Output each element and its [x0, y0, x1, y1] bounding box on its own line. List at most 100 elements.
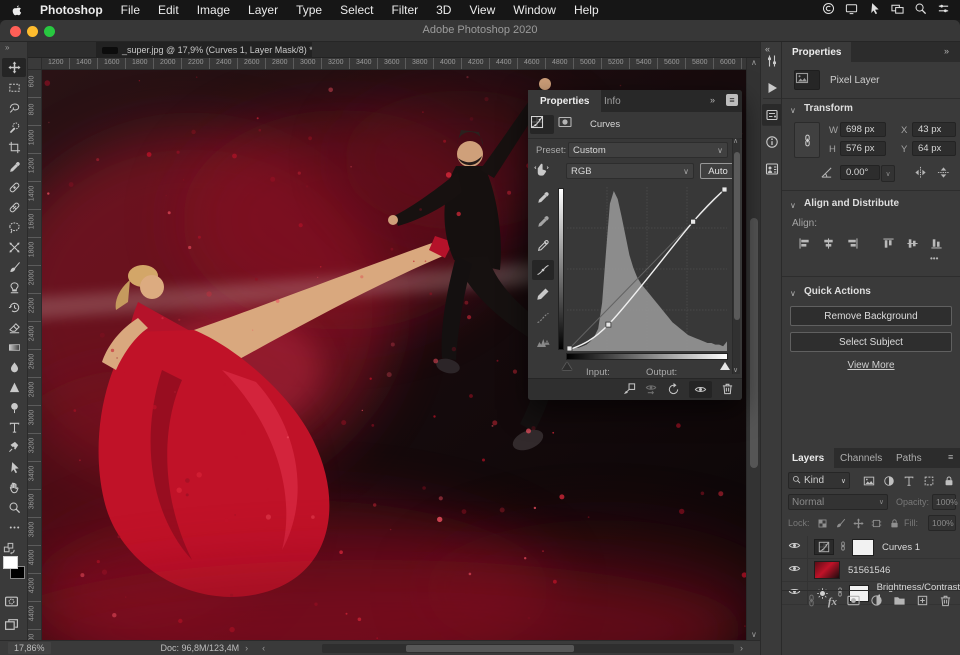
tool-clone-stamp[interactable] — [2, 278, 26, 297]
filter-adjust-button[interactable] — [870, 594, 883, 610]
tool-brush[interactable] — [2, 258, 26, 277]
tool-path-select[interactable] — [2, 458, 26, 477]
link-button[interactable] — [805, 594, 818, 610]
view-more-link[interactable]: View More — [782, 360, 960, 371]
align-right-button[interactable] — [842, 234, 862, 252]
trash-button[interactable] — [939, 594, 952, 610]
menu-filter[interactable]: Filter — [382, 3, 427, 17]
menu-image[interactable]: Image — [188, 3, 239, 17]
menu-layer[interactable]: Layer — [239, 3, 287, 17]
align-center-v-button[interactable] — [902, 234, 922, 252]
scroll-up-icon[interactable]: ∧ — [733, 137, 738, 145]
toolbar-collapse-icon[interactable]: » — [5, 43, 9, 52]
tool-crop[interactable] — [2, 138, 26, 157]
layer-visibility-eye-icon[interactable] — [788, 539, 801, 555]
rail-libraries-button[interactable] — [762, 158, 782, 180]
point-curve-button[interactable] — [532, 260, 554, 280]
pencil-button[interactable] — [532, 284, 554, 304]
eyedropper-gray-button[interactable] — [532, 212, 554, 232]
tab-layers[interactable]: Layers — [782, 448, 834, 468]
tool-eraser[interactable] — [2, 318, 26, 337]
filter-adjust-filter-button[interactable] — [880, 473, 898, 489]
align-center-h-button[interactable] — [818, 234, 838, 252]
tool-sharpen[interactable] — [2, 378, 26, 397]
auto-button[interactable]: Auto — [700, 163, 736, 179]
tool-zoom[interactable] — [2, 498, 26, 517]
creative-cloud-menu-icon[interactable] — [822, 2, 835, 18]
channel-dropdown[interactable]: RGB ∨ — [566, 163, 694, 179]
panel-scroll-thumb[interactable] — [734, 152, 740, 320]
quick-mask-button[interactable] — [4, 594, 19, 614]
blend-mode-dropdown[interactable]: Normal ∨ — [788, 494, 888, 510]
tool-lasso[interactable] — [2, 98, 26, 117]
black-point-slider[interactable] — [562, 362, 572, 370]
tool-more[interactable] — [2, 518, 26, 537]
tool-history-brush[interactable] — [2, 298, 26, 317]
eyedropper-black-button[interactable] — [532, 188, 554, 208]
ruler-origin-corner[interactable] — [28, 58, 42, 70]
search-menu-icon[interactable] — [914, 2, 927, 18]
eye-button[interactable] — [689, 381, 712, 398]
align-left-button[interactable] — [794, 234, 814, 252]
menu-file[interactable]: File — [112, 3, 149, 17]
tool-pen[interactable] — [2, 438, 26, 457]
tool-dodge[interactable] — [2, 398, 26, 417]
menu-photoshop[interactable]: Photoshop — [31, 3, 112, 17]
more-options-icon[interactable]: ••• — [930, 254, 938, 263]
tool-hand[interactable] — [2, 478, 26, 497]
menu-type[interactable]: Type — [287, 3, 331, 17]
lock-move-button[interactable] — [850, 515, 866, 531]
layer-name[interactable]: Curves 1 — [882, 542, 920, 553]
type-filter-button[interactable] — [900, 473, 918, 489]
smooth-curve-button[interactable] — [532, 308, 554, 328]
menu-window[interactable]: Window — [504, 3, 565, 17]
filter-shape-filter-button[interactable] — [920, 473, 938, 489]
x-field[interactable]: 43 px — [912, 122, 956, 137]
curves-plot[interactable] — [567, 187, 727, 351]
zoom-level-field[interactable]: 17,86% — [8, 642, 51, 654]
apple-icon[interactable] — [10, 4, 23, 17]
lock-lock-button[interactable] — [886, 515, 902, 531]
reset-button[interactable] — [667, 382, 680, 398]
tool-heal[interactable] — [2, 198, 26, 217]
scroll-right-icon[interactable]: › — [740, 643, 743, 653]
screen-mode-button[interactable] — [4, 617, 19, 637]
align-top-button[interactable] — [878, 234, 898, 252]
scroll-down-icon[interactable]: ∨ — [733, 366, 738, 374]
tool-type[interactable] — [2, 418, 26, 437]
rail-play-button[interactable] — [762, 77, 782, 99]
foreground-color-swatch[interactable] — [3, 556, 18, 569]
tab-properties[interactable]: Properties — [528, 90, 601, 112]
layer-mask-icon-button[interactable] — [558, 115, 582, 134]
tool-blur[interactable] — [2, 358, 26, 377]
tab-info[interactable]: Info — [592, 90, 633, 112]
lock-artboard-button[interactable] — [868, 515, 884, 531]
screen-share-menu-icon[interactable] — [891, 2, 904, 18]
chevron-down-icon[interactable]: ∨ — [790, 289, 796, 298]
tab-properties[interactable]: Properties — [782, 42, 851, 62]
horizontal-scrollbar[interactable] — [322, 644, 734, 653]
layer-row[interactable]: Curves 1 — [782, 536, 960, 559]
new-layer-button[interactable] — [916, 594, 929, 610]
curves-adjustment-icon-button[interactable] — [530, 115, 554, 134]
eyedropper-white-button[interactable] — [532, 236, 554, 256]
menu-view[interactable]: View — [460, 3, 504, 17]
menu-help[interactable]: Help — [565, 3, 608, 17]
chevron-down-icon[interactable]: ∨ — [790, 106, 796, 115]
filter-smart-filter-button[interactable] — [940, 473, 958, 489]
display-mirror-menu-icon[interactable] — [845, 2, 858, 18]
menu-select[interactable]: Select — [331, 3, 382, 17]
folder-button[interactable] — [893, 594, 906, 610]
rail-info-button[interactable] — [762, 131, 782, 153]
flip-horizontal-icon[interactable] — [914, 166, 927, 182]
y-field[interactable]: 64 px — [912, 141, 956, 156]
layer-mask-thumbnail[interactable] — [852, 539, 874, 556]
tool-move[interactable] — [2, 58, 26, 77]
scroll-up-icon[interactable]: ∧ — [751, 58, 757, 67]
menu-3d[interactable]: 3D — [427, 3, 460, 17]
clip-layer-button[interactable] — [623, 382, 636, 398]
tool-quick-select[interactable] — [2, 118, 26, 137]
lock-brush-button[interactable] — [832, 515, 848, 531]
scroll-left-icon[interactable]: ‹ — [262, 643, 265, 653]
targeted-adjustment-icon[interactable] — [534, 162, 549, 180]
